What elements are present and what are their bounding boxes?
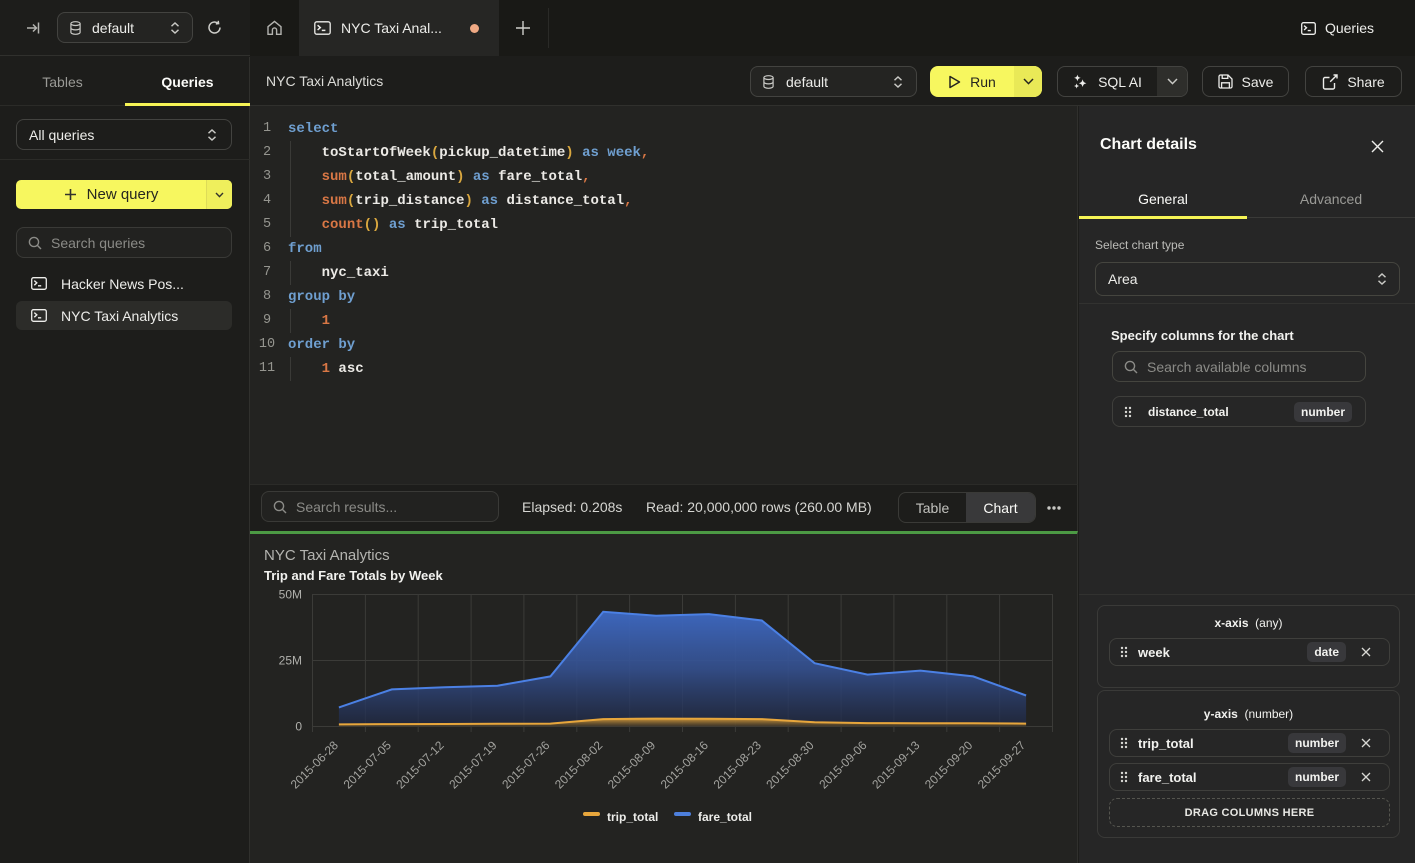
svg-text:2015-07-05: 2015-07-05 xyxy=(341,738,395,792)
svg-text:2015-06-28: 2015-06-28 xyxy=(288,738,342,792)
svg-text:2015-09-27: 2015-09-27 xyxy=(975,738,1029,792)
svg-text:2015-09-06: 2015-09-06 xyxy=(816,738,870,792)
svg-text:2015-08-30: 2015-08-30 xyxy=(763,738,817,792)
svg-text:2015-08-02: 2015-08-02 xyxy=(552,738,606,792)
svg-text:2015-08-16: 2015-08-16 xyxy=(658,738,712,792)
svg-text:2015-09-20: 2015-09-20 xyxy=(922,738,976,792)
svg-text:2015-08-23: 2015-08-23 xyxy=(711,738,765,792)
svg-text:2015-07-19: 2015-07-19 xyxy=(446,738,500,792)
svg-text:2015-08-09: 2015-08-09 xyxy=(605,738,659,792)
svg-text:2015-09-13: 2015-09-13 xyxy=(869,738,923,792)
svg-text:50M: 50M xyxy=(279,588,302,602)
svg-text:2015-07-26: 2015-07-26 xyxy=(499,738,553,792)
svg-text:2015-07-12: 2015-07-12 xyxy=(393,738,447,792)
svg-text:0: 0 xyxy=(295,720,302,734)
svg-text:trip_total: trip_total xyxy=(607,810,658,824)
svg-text:25M: 25M xyxy=(279,654,302,668)
svg-text:fare_total: fare_total xyxy=(698,810,752,824)
